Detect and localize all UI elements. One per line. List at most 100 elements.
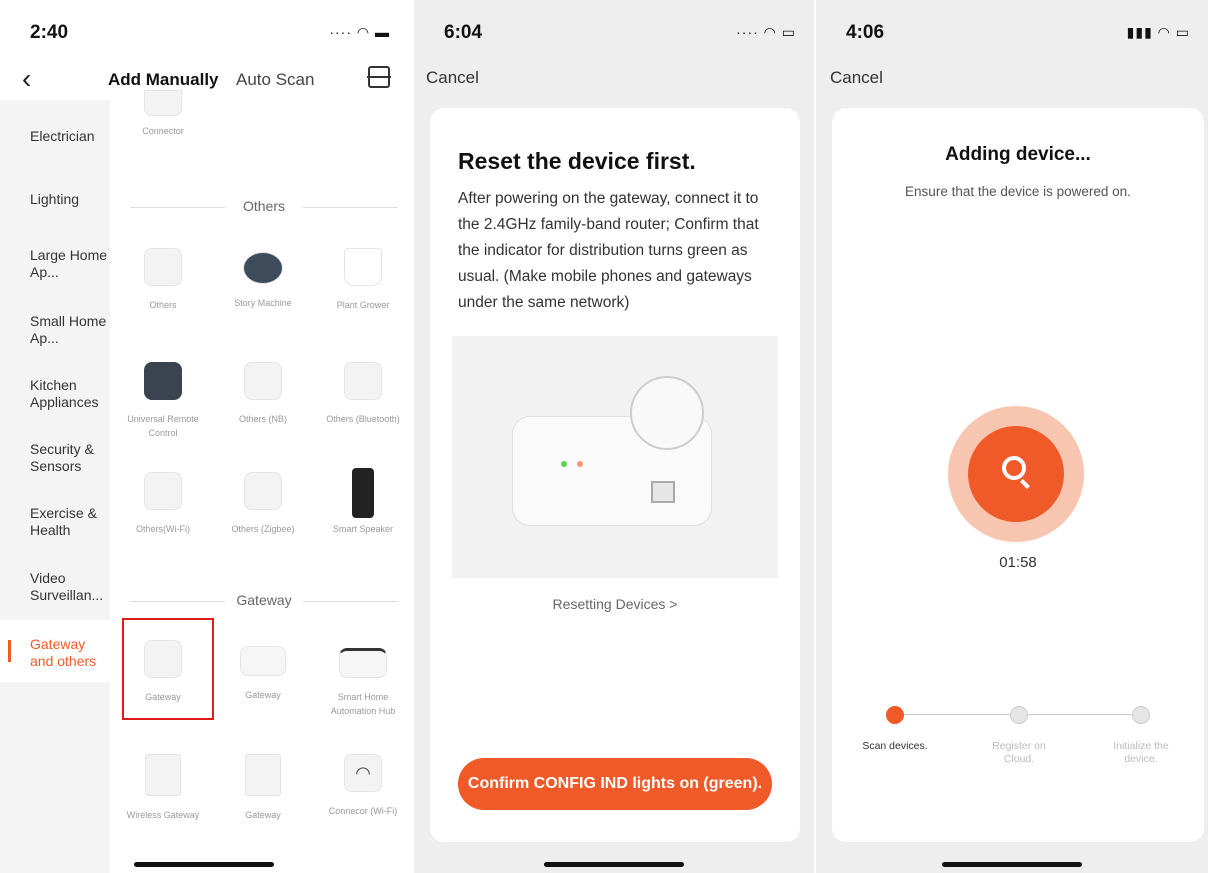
device-label: Connector (142, 126, 184, 136)
instruction-card: Reset the device first. After powering o… (430, 108, 800, 842)
tab-auto-scan[interactable]: Auto Scan (236, 70, 314, 90)
sidebar-item-exercise[interactable]: Exercise & Health (30, 505, 108, 539)
adding-device-screen: 4:06 ▮▮▮ ◠ ▭ Cancel Adding device... Ens… (816, 0, 1208, 873)
status-time: 6:04 (444, 22, 483, 43)
page-title: Reset the device first. (458, 148, 696, 174)
instruction-text: After powering on the gateway, connect i… (458, 190, 759, 311)
device-others-zigbee[interactable]: Others (Zigbee) (218, 472, 308, 536)
step-register-label: Register on Cloud. (992, 740, 1046, 765)
device-label: Smart Home Automation Hub (330, 692, 396, 716)
wifi-battery-icon: ···· ◠ ▭ (736, 24, 796, 40)
sidebar-item-kitchen[interactable]: Kitchen Appliances (30, 377, 108, 411)
section-label: Gateway (236, 592, 292, 608)
selection-highlight (122, 618, 214, 720)
device-label: Universal Remote Control (127, 414, 199, 438)
device-gateway-2[interactable]: Gateway (218, 640, 308, 702)
device-icon (244, 472, 282, 510)
category-sidebar: Electrician Lighting Large Home Ap... Sm… (0, 100, 110, 873)
device-gateway-3[interactable]: Gateway (218, 754, 308, 822)
device-others-bluetooth[interactable]: Others (Bluetooth) (318, 362, 408, 426)
connector-icon (144, 90, 182, 116)
section-others: Others (130, 198, 398, 218)
confirm-button[interactable]: Confirm CONFIG IND lights on (green). (458, 758, 772, 810)
sidebar-item-electrician[interactable]: Electrician (30, 128, 108, 145)
ethernet-port (651, 481, 675, 503)
status-bar: 4:06 ▮▮▮ ◠ ▭ (816, 22, 1208, 46)
status-time: 4:06 (846, 22, 885, 43)
cancel-button[interactable]: Cancel (830, 68, 883, 88)
progress-card: Adding device... Ensure that the device … (832, 108, 1204, 842)
sidebar-item-small-home[interactable]: Small Home Ap... (30, 313, 108, 347)
section-gateway: Gateway (130, 592, 398, 612)
device-icon (244, 362, 282, 400)
wifi-icon: ◠ (344, 754, 382, 792)
page-title: Adding device... (945, 144, 1091, 165)
signal-wifi-battery-icon: ▮▮▮ ◠ ▭ (1126, 24, 1190, 40)
hub-icon (240, 646, 286, 676)
sidebar-item-gateway[interactable]: Gateway and others (30, 636, 108, 670)
scan-progress-ring (948, 406, 1084, 542)
scan-icon[interactable] (367, 66, 391, 88)
device-others[interactable]: Others (118, 248, 208, 312)
device-label: Others (NB) (238, 414, 287, 424)
device-grid: Connector Others Others Story Machine Pl… (110, 90, 408, 873)
speaker-icon (352, 468, 374, 518)
device-label: Story Machine (234, 298, 292, 308)
subtitle: Ensure that the device is powered on. (905, 184, 1131, 199)
gateway-illustration (452, 336, 778, 578)
status-bar: 2:40 ···· ◠ ▬ (0, 22, 408, 46)
step-scan-icon (886, 706, 904, 724)
green-led (561, 461, 567, 467)
orange-led (577, 461, 583, 467)
step-cloud-icon (1010, 706, 1028, 724)
device-connector[interactable]: Connector (118, 90, 208, 138)
home-indicator (134, 862, 274, 867)
device-universal-remote[interactable]: Universal Remote Control (118, 362, 208, 440)
status-bar: 6:04 ···· ◠ ▭ (414, 22, 814, 46)
device-connector-wifi[interactable]: ◠ Connecor (Wi-Fi) (318, 754, 408, 818)
step-initialize-label: Initialize the device. (1113, 740, 1169, 765)
device-icon (145, 754, 181, 796)
sidebar-item-video[interactable]: Video Surveillan... (30, 570, 108, 604)
cancel-button[interactable]: Cancel (426, 68, 479, 88)
device-icon (245, 754, 281, 796)
device-wireless-gateway[interactable]: Wireless Gateway (118, 754, 208, 822)
divider (303, 601, 398, 602)
device-others-nb[interactable]: Others (NB) (218, 362, 308, 426)
tab-add-manually[interactable]: Add Manually (108, 70, 219, 90)
reset-device-screen: 6:04 ···· ◠ ▭ Cancel Reset the device fi… (414, 0, 814, 873)
resetting-devices-link[interactable]: Resetting Devices > (430, 596, 800, 612)
device-plant-grower[interactable]: Plant Grower (318, 248, 408, 312)
device-label: Gateway (245, 690, 281, 700)
device-others-wifi[interactable]: Others(Wi-Fi) (118, 472, 208, 536)
device-icon (144, 472, 182, 510)
sidebar-item-lighting[interactable]: Lighting (30, 191, 108, 208)
device-smart-home-hub[interactable]: Smart Home Automation Hub (318, 636, 408, 718)
device-label: Wireless Gateway (126, 810, 200, 820)
device-label: Others(Wi-Fi) (136, 524, 190, 534)
device-label: Others (149, 300, 177, 310)
plant-pot-icon (344, 248, 382, 286)
active-indicator (8, 640, 11, 662)
device-icon (144, 248, 182, 286)
device-label: Smart Speaker (332, 524, 394, 534)
sidebar-item-large-home[interactable]: Large Home Ap... (30, 247, 108, 281)
device-label: Others (Bluetooth) (326, 414, 400, 424)
device-icon (344, 362, 382, 400)
remote-icon (144, 362, 182, 400)
device-label: Connecor (Wi-Fi) (328, 806, 398, 816)
device-story-machine[interactable]: Story Machine (218, 248, 308, 310)
back-icon[interactable]: ‹ (22, 64, 31, 94)
home-indicator (942, 862, 1082, 867)
device-label: Gateway (245, 810, 281, 820)
step-scan-label: Scan devices. (862, 740, 928, 752)
countdown-timer: 01:58 (999, 554, 1037, 571)
add-device-screen: 2:40 ···· ◠ ▬ ‹ Add Manually Auto Scan E… (0, 0, 408, 873)
robot-icon (243, 252, 283, 284)
scan-button (968, 426, 1064, 522)
device-smart-speaker[interactable]: Smart Speaker (318, 468, 408, 536)
home-indicator (544, 862, 684, 867)
device-label: Others (Zigbee) (231, 524, 295, 534)
step-initialize-icon (1132, 706, 1150, 724)
sidebar-item-security[interactable]: Security & Sensors (30, 441, 108, 475)
